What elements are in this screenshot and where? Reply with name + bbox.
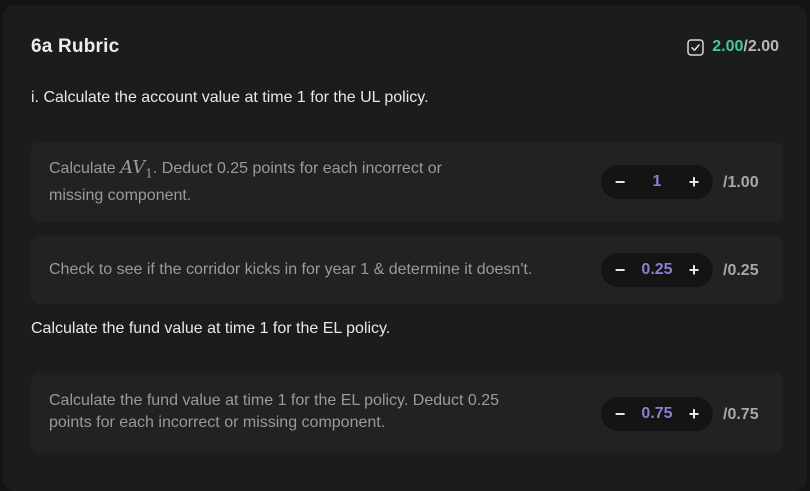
- decrement-button[interactable]: −: [613, 173, 627, 191]
- criterion-text: . Deduct 0.25 points for each incorrect …: [152, 160, 442, 177]
- rubric-panel: 6a Rubric 2.00 /2.00 i. Calculate the ac…: [3, 5, 807, 491]
- points-value[interactable]: 1: [653, 173, 662, 191]
- criterion-description: Calculate the fund value at time 1 for t…: [49, 390, 499, 434]
- score-earned: 2.00: [712, 38, 744, 55]
- section-heading: Calculate the fund value at time 1 for t…: [31, 320, 391, 337]
- decrement-button[interactable]: −: [613, 261, 627, 279]
- criterion-text: points for each incorrect or missing com…: [49, 414, 386, 431]
- criterion-text: Calculate: [49, 160, 121, 177]
- criterion-card: Calculate AV1. Deduct 0.25 points for ea…: [31, 142, 783, 222]
- criterion-description: Check to see if the corridor kicks in fo…: [49, 261, 533, 278]
- math-subscript: 1: [145, 166, 153, 181]
- max-points: /1.00: [723, 174, 759, 191]
- criterion-description: Calculate AV1. Deduct 0.25 points for ea…: [49, 157, 442, 207]
- points-stepper: − 0.75 +: [601, 397, 713, 431]
- criterion-card: Check to see if the corridor kicks in fo…: [31, 236, 783, 304]
- criterion-text: Calculate the fund value at time 1 for t…: [49, 392, 500, 409]
- increment-button[interactable]: +: [687, 261, 701, 279]
- decrement-button[interactable]: −: [613, 405, 627, 423]
- math-base: AV: [120, 157, 146, 178]
- rubric-title: 6a Rubric: [31, 36, 120, 57]
- max-points: /0.75: [723, 406, 759, 423]
- points-stepper: − 1 +: [601, 165, 713, 199]
- points-value[interactable]: 0.75: [641, 405, 672, 423]
- section-heading: i. Calculate the account value at time 1…: [31, 89, 429, 106]
- points-value[interactable]: 0.25: [641, 261, 672, 279]
- rubric-header: 6a Rubric 2.00 /2.00: [31, 33, 779, 61]
- math-expression: AV1: [120, 157, 153, 181]
- max-points: /0.25: [723, 262, 759, 279]
- criterion-text: missing component.: [49, 186, 192, 204]
- increment-button[interactable]: +: [687, 405, 701, 423]
- points-stepper: − 0.25 +: [601, 253, 713, 287]
- score-summary: 2.00 /2.00: [687, 38, 779, 56]
- score-total: /2.00: [743, 38, 779, 55]
- increment-button[interactable]: +: [687, 173, 701, 191]
- checkbox-checked-icon: [687, 38, 705, 56]
- criterion-card: Calculate the fund value at time 1 for t…: [31, 373, 783, 453]
